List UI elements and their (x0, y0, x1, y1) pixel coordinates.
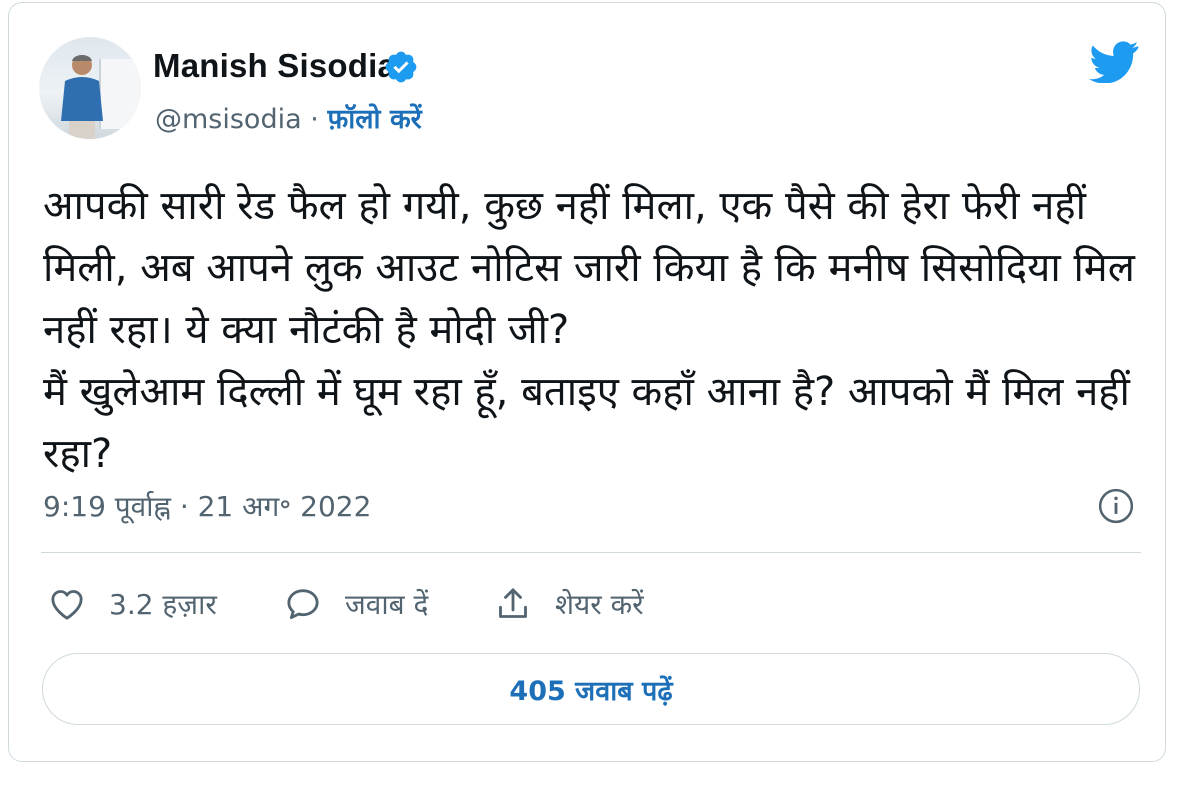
like-button[interactable]: 3.2 हज़ार (47, 579, 217, 629)
tweet-paragraph: आपकी सारी रेड फैल हो गयी, कुछ नहीं मिला,… (43, 183, 1135, 353)
reply-button[interactable]: जवाब दें (283, 579, 428, 629)
tweet-card: Manish Sisodia @msisodia · फ़ॉलो करें आप… (8, 2, 1166, 762)
read-replies-button[interactable]: 405 जवाब पढ़ें (42, 653, 1140, 725)
share-upload-icon (499, 588, 527, 618)
heart-icon (51, 590, 83, 620)
twitter-bird-icon[interactable] (1089, 41, 1139, 83)
avatar[interactable] (39, 37, 141, 139)
verified-badge-icon (385, 51, 417, 83)
tweet-text: आपकी सारी रेड फैल हो गयी, कुछ नहीं मिला,… (43, 175, 1143, 485)
info-icon[interactable] (1097, 487, 1135, 525)
divider (41, 552, 1141, 553)
share-button[interactable]: शेयर करें (493, 579, 644, 629)
tweet-paragraph: मैं खुलेआम दिल्ली में घूम रहा हूँ, बताइए… (43, 369, 1130, 477)
speech-bubble-icon (287, 589, 319, 620)
tweet-timestamp[interactable]: 9:19 पूर्वाह्न · 21 अग॰ 2022 (43, 487, 371, 525)
author-name[interactable]: Manish Sisodia (153, 47, 396, 85)
follow-button[interactable]: फ़ॉलो करें (327, 104, 421, 135)
like-count: 3.2 हज़ार (109, 588, 217, 621)
handle-separator: · (310, 104, 319, 135)
author-handle[interactable]: @msisodia (155, 104, 302, 135)
reply-label: जवाब दें (345, 588, 429, 621)
share-label: शेयर करें (555, 588, 644, 621)
avatar-person-figure (61, 54, 103, 139)
handle-row: @msisodia · फ़ॉलो करें (155, 99, 422, 136)
